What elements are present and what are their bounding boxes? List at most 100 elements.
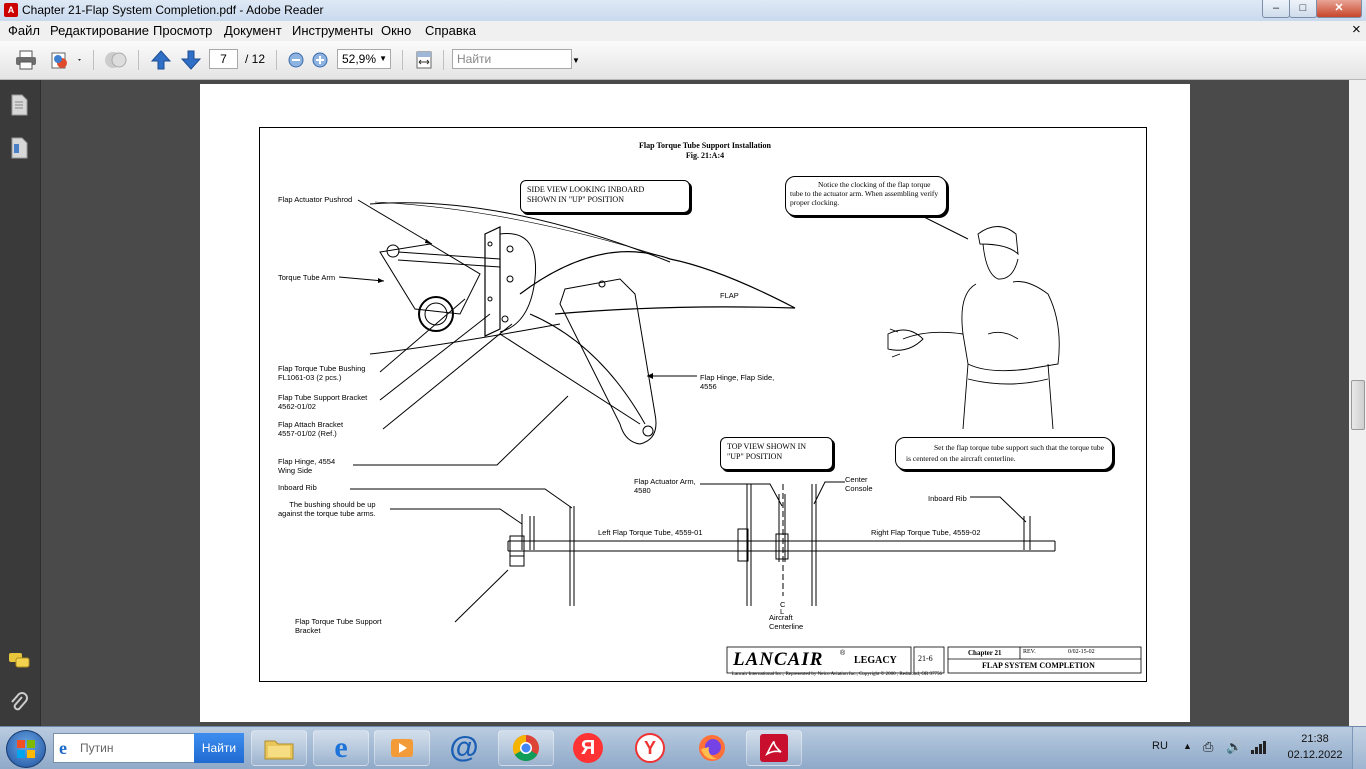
clock-date[interactable]: 02.12.2022: [1286, 749, 1344, 761]
navigation-panel: [0, 80, 41, 726]
chapter-label: Chapter 21: [968, 649, 1002, 657]
toolbar-separator: [443, 50, 444, 70]
zoom-level-select[interactable]: 52,9% ▼: [337, 49, 391, 69]
menu-tools[interactable]: Инструменты: [292, 23, 373, 38]
label-hinge-wing-side: Flap Hinge, 4554 Wing Side: [278, 457, 336, 475]
label-hinge-flap-side: Flap Hinge, Flap Side, 4556: [700, 373, 775, 391]
label-flap: FLAP: [720, 291, 739, 300]
taskbar-internet-explorer[interactable]: e: [313, 730, 369, 766]
label-right-torque-tube: Right Flap Torque Tube, 4559-02: [871, 528, 981, 537]
label-support-bracket: Flap Tube Support Bracket 4562-01/02: [278, 393, 368, 411]
adobe-reader-app-icon[interactable]: A: [4, 3, 18, 17]
zoom-level-value: 52,9%: [342, 52, 377, 66]
copyright-text: Lancair International Inc., Represented …: [732, 672, 943, 677]
toolbar-separator: [138, 50, 139, 70]
fit-width-icon[interactable]: [412, 48, 436, 72]
taskbar-yandex[interactable]: Я: [560, 730, 616, 766]
menu-bar: Файл Редактирование Просмотр Документ Ин…: [0, 21, 1366, 41]
page-code: 21-6: [918, 654, 933, 663]
taskbar-chrome[interactable]: [498, 730, 554, 766]
page-number-input[interactable]: 7: [209, 49, 238, 69]
toolbar-separator: [93, 50, 94, 70]
label-attach-bracket: Flap Attach Bracket 4557-01/02 (Ref.): [278, 420, 344, 438]
toolbar: 7 / 12 52,9% ▼ Найти ▼: [0, 41, 1366, 80]
mail-at-icon: @: [449, 731, 479, 764]
next-page-icon[interactable]: [179, 48, 203, 72]
previous-page-icon[interactable]: [149, 48, 173, 72]
maximize-button[interactable]: □: [1289, 0, 1317, 18]
set-support-callout: Set the flap torque tube support such th…: [895, 437, 1113, 470]
taskbar-search-button[interactable]: Найти: [194, 733, 244, 763]
lancair-logo: LANCAIR: [733, 649, 824, 670]
notice-callout: Notice the clocking of the flap torque t…: [785, 176, 947, 216]
network-signal-icon[interactable]: [1250, 740, 1268, 754]
registered-mark: ®: [840, 650, 846, 657]
show-hidden-icons-icon[interactable]: ▲: [1183, 741, 1192, 751]
find-input[interactable]: Найти: [452, 49, 572, 69]
show-desktop-button[interactable]: [1352, 727, 1366, 769]
taskbar-firefox[interactable]: [684, 730, 740, 766]
taskbar-search-input[interactable]: e Путин: [53, 733, 195, 763]
close-button[interactable]: ✕: [1316, 0, 1362, 18]
bookmarks-panel-icon[interactable]: [9, 137, 29, 162]
notice-callout-text: Notice the clocking of the flap torque t…: [790, 180, 939, 207]
label-bushing-note: The bushing should be up against the tor…: [278, 500, 376, 518]
chevron-down-icon: ▼: [379, 54, 387, 63]
taskbar-adobe-reader[interactable]: [746, 730, 802, 766]
set-support-callout-text: Set the flap torque tube support such th…: [906, 443, 1104, 463]
total-pages: / 12: [245, 52, 266, 66]
menu-help[interactable]: Справка: [425, 23, 476, 38]
adobe-reader-icon: [760, 734, 788, 762]
zoom-out-icon[interactable]: [284, 48, 308, 72]
language-indicator[interactable]: RU: [1152, 740, 1168, 752]
create-pdf-icon[interactable]: [49, 48, 85, 72]
media-player-icon: [391, 739, 413, 757]
start-button[interactable]: [6, 730, 46, 768]
menu-file[interactable]: Файл: [8, 23, 40, 38]
zoom-in-icon[interactable]: [308, 48, 332, 72]
comments-icon[interactable]: [8, 652, 30, 673]
title-bar: A Chapter 21-Flap System Completion.pdf …: [0, 0, 1366, 22]
taskbar-yandex-browser[interactable]: Y: [622, 730, 678, 766]
collaborate-icon[interactable]: [104, 48, 128, 72]
internet-explorer-search-icon: e: [59, 738, 67, 758]
attachments-icon[interactable]: [10, 692, 28, 717]
close-document-icon[interactable]: ×: [1352, 21, 1361, 38]
safely-remove-icon[interactable]: ⎙: [1203, 739, 1213, 755]
folder-icon: [264, 740, 294, 760]
model-name: LEGACY: [854, 655, 897, 666]
clock-time[interactable]: 21:38: [1286, 733, 1344, 745]
side-view-callout: SIDE VIEW LOOKING INBOARD SHOWN IN "UP" …: [520, 180, 690, 213]
pilot-illustration: [887, 226, 1060, 429]
toolbar-separator: [402, 50, 403, 70]
taskbar-explorer[interactable]: [251, 730, 307, 766]
vertical-scrollbar[interactable]: [1349, 80, 1366, 726]
search-text: Путин: [80, 741, 114, 755]
windows-logo-icon: [17, 740, 35, 758]
menu-document[interactable]: Документ: [224, 23, 282, 38]
label-inboard-rib-left: Inboard Rib: [278, 483, 317, 492]
label-actuator-pushrod: Flap Actuator Pushrod: [278, 195, 353, 204]
minimize-button[interactable]: –: [1262, 0, 1290, 18]
label-torque-tube-arm: Torque Tube Arm: [278, 273, 336, 282]
side-view-callout-text: SIDE VIEW LOOKING INBOARD SHOWN IN "UP" …: [527, 185, 645, 204]
menu-view[interactable]: Просмотр: [153, 23, 212, 38]
menu-edit[interactable]: Редактирование: [50, 23, 149, 38]
find-options-chevron-icon[interactable]: ▼: [572, 56, 580, 65]
label-center-console: Center Console: [845, 475, 873, 493]
taskbar-mail[interactable]: @: [436, 730, 492, 766]
menu-window[interactable]: Окно: [381, 23, 411, 38]
figure-number: Fig. 21:A:4: [685, 151, 725, 160]
taskbar: e Путин Найти e @ Я Y RU ▲ ⎙ 🔊 21:38 02.…: [0, 726, 1366, 769]
scrollbar-thumb[interactable]: [1351, 380, 1365, 430]
figure-title: Flap Torque Tube Support Installation: [639, 141, 771, 150]
pages-panel-icon[interactable]: [9, 94, 29, 119]
label-bushing: Flap Torque Tube Bushing FL1061-03 (2 pc…: [278, 364, 366, 382]
internet-explorer-icon: e: [334, 731, 348, 764]
yandex-icon: Я: [573, 733, 603, 763]
taskbar-media-player[interactable]: [374, 730, 430, 766]
top-view-callout: TOP VIEW SHOWN IN "UP" POSITION: [720, 437, 833, 470]
chrome-icon: [512, 734, 539, 762]
volume-icon[interactable]: 🔊: [1226, 739, 1242, 755]
print-icon[interactable]: [14, 48, 38, 72]
